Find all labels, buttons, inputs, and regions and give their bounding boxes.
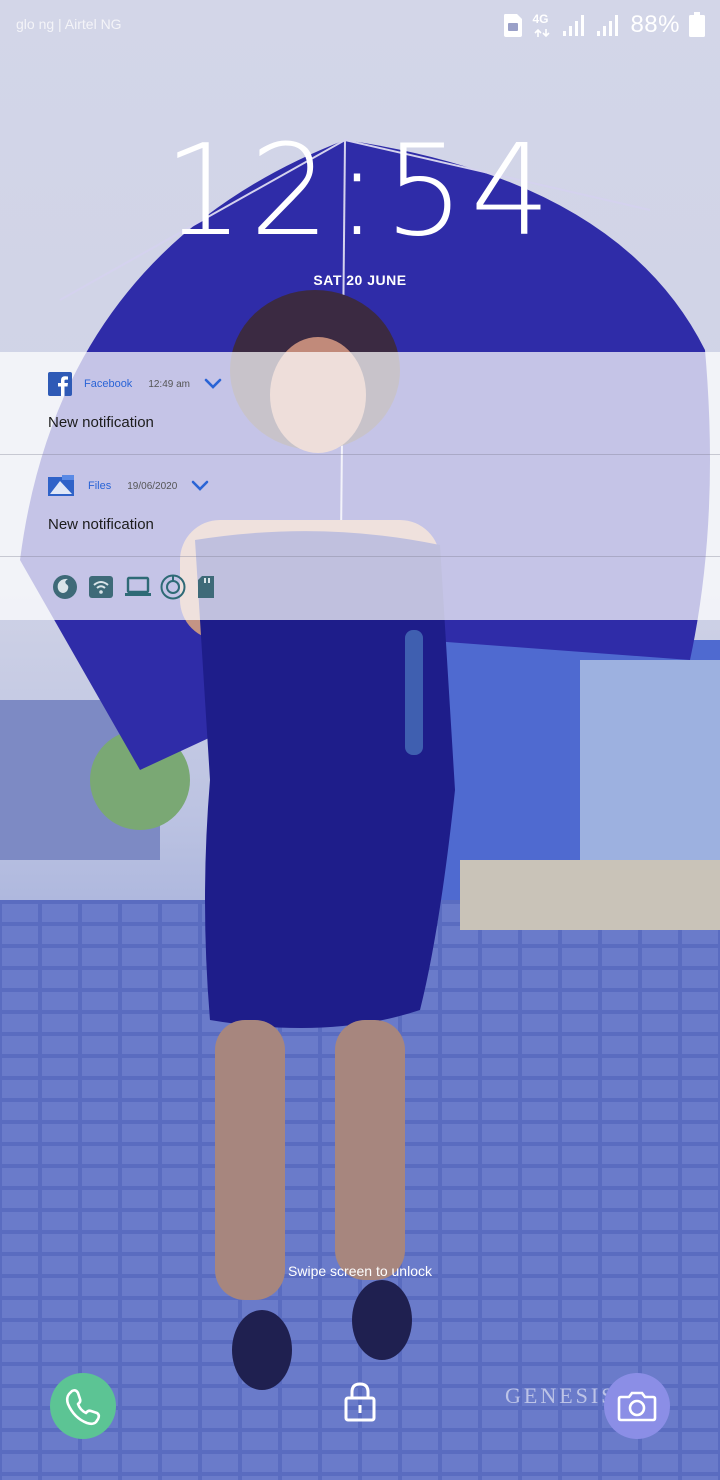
battery-icon bbox=[689, 12, 705, 37]
phone-icon bbox=[65, 1389, 101, 1426]
notification-header: Files 19/06/2020 bbox=[48, 474, 209, 498]
network-type-indicator: 4G bbox=[532, 12, 554, 38]
notification-time: 12:49 am bbox=[148, 378, 191, 390]
camera-icon bbox=[617, 1391, 657, 1422]
chevron-down-icon[interactable] bbox=[191, 480, 209, 492]
sd-card-icon[interactable] bbox=[196, 574, 222, 600]
status-bar: glo ng | Airtel NG 4G 88% bbox=[0, 0, 720, 50]
notification-text: New notification bbox=[48, 414, 154, 431]
facebook-icon bbox=[48, 372, 72, 396]
battery-percent: 88% bbox=[630, 11, 680, 38]
notification-app-name: Facebook bbox=[84, 378, 133, 390]
swipe-to-unlock-hint: Swipe screen to unlock bbox=[288, 1263, 432, 1279]
unlock-button[interactable] bbox=[340, 1380, 380, 1424]
phone-shortcut-button[interactable] bbox=[50, 1373, 116, 1439]
wifi-hotspot-icon[interactable] bbox=[88, 574, 114, 600]
network-type-label: 4G bbox=[532, 12, 549, 26]
signal-sim2-icon bbox=[597, 15, 619, 36]
data-arrows-icon bbox=[534, 28, 551, 38]
status-icons: 4G 88% bbox=[502, 10, 706, 40]
carrier-label: glo ng | Airtel NG bbox=[16, 16, 122, 32]
notification-card-files[interactable]: Files 19/06/2020 New notification bbox=[0, 454, 720, 557]
lockscreen-date: SAT 20 JUNE bbox=[313, 272, 407, 288]
notification-header: Facebook 12:49 am bbox=[48, 372, 222, 396]
lockscreen-clock: 12:54 bbox=[163, 117, 557, 264]
sim-card-icon bbox=[504, 14, 523, 37]
notification-card-facebook[interactable]: Facebook 12:49 am New notification bbox=[0, 352, 720, 455]
sync-icon[interactable] bbox=[160, 574, 186, 600]
laptop-icon[interactable] bbox=[124, 574, 151, 600]
notification-app-name: Files bbox=[88, 480, 112, 492]
signal-sim1-icon bbox=[563, 15, 585, 36]
notification-text: New notification bbox=[48, 516, 154, 533]
wallpaper-watermark: GENESIS bbox=[505, 1383, 617, 1408]
notification-time: 19/06/2020 bbox=[127, 480, 178, 492]
camera-shortcut-button[interactable] bbox=[604, 1373, 670, 1439]
files-icon bbox=[48, 475, 74, 496]
firefox-icon[interactable] bbox=[52, 574, 78, 600]
chevron-down-icon[interactable] bbox=[204, 378, 222, 390]
notification-icons-row bbox=[52, 574, 222, 600]
lock-icon bbox=[344, 1382, 376, 1422]
notification-panel: Facebook 12:49 am New notification Files… bbox=[0, 352, 720, 620]
